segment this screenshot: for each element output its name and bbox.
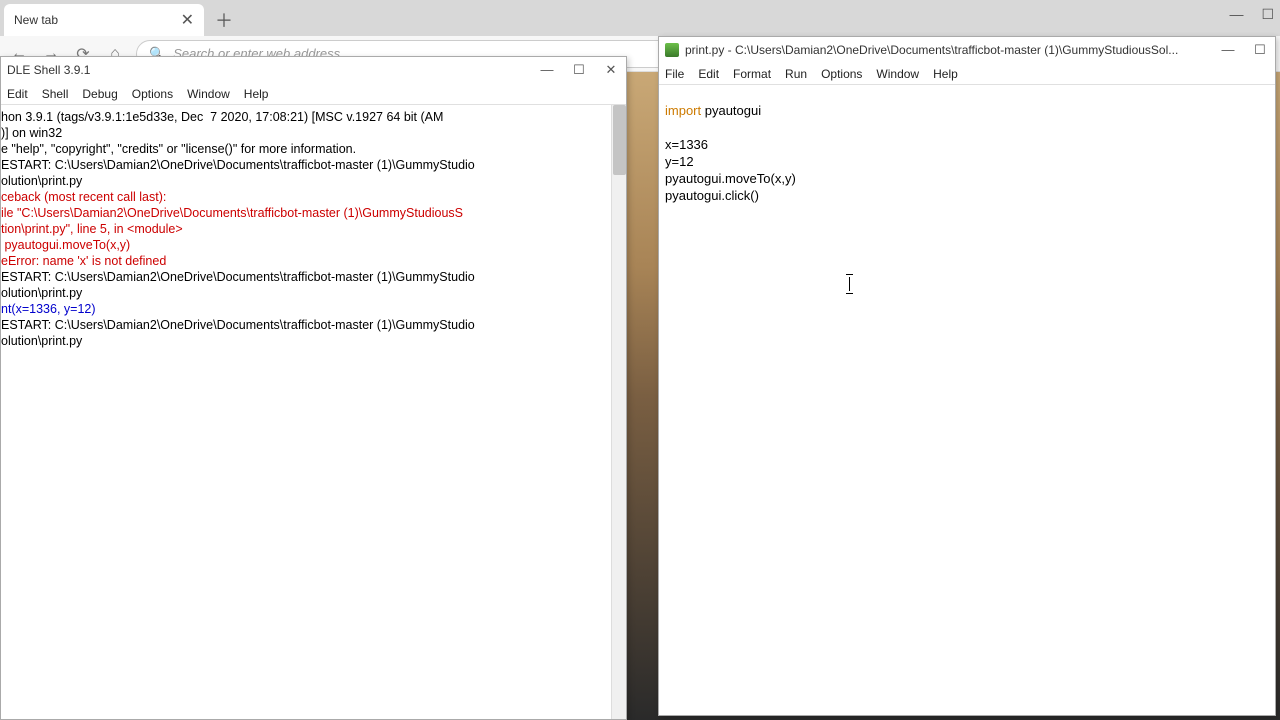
- shell-line: ceback (most recent call last):: [1, 189, 620, 205]
- shell-line: olution\print.py: [1, 285, 620, 301]
- menu-edit[interactable]: Edit: [698, 67, 719, 81]
- menu-debug[interactable]: Debug: [82, 87, 117, 101]
- menu-options[interactable]: Options: [132, 87, 173, 101]
- menu-edit[interactable]: Edit: [7, 87, 28, 101]
- shell-line: nt(x=1336, y=12): [1, 301, 620, 317]
- code-text: pyautogui.moveTo(x,y): [665, 171, 796, 186]
- maximize-button[interactable]: ☐: [570, 62, 588, 78]
- shell-line: olution\print.py: [1, 333, 620, 349]
- idle-editor-window[interactable]: print.py - C:\Users\Damian2\OneDrive\Doc…: [658, 36, 1276, 716]
- shell-line: olution\print.py: [1, 173, 620, 189]
- editor-menu-bar: File Edit Format Run Options Window Help: [659, 63, 1275, 85]
- shell-window-controls: — ☐ ✕: [538, 62, 620, 78]
- editor-title-bar[interactable]: print.py - C:\Users\Damian2\OneDrive\Doc…: [659, 37, 1275, 63]
- shell-menu-bar: Edit Shell Debug Options Window Help: [1, 83, 626, 105]
- minimize-button[interactable]: —: [538, 62, 556, 78]
- shell-line: ESTART: C:\Users\Damian2\OneDrive\Docume…: [1, 269, 620, 285]
- shell-title-bar[interactable]: DLE Shell 3.9.1 — ☐ ✕: [1, 57, 626, 83]
- shell-line: tion\print.py", line 5, in <module>: [1, 221, 620, 237]
- scrollbar[interactable]: [611, 105, 626, 719]
- editor-title: print.py - C:\Users\Damian2\OneDrive\Doc…: [685, 43, 1178, 57]
- shell-line: eError: name 'x' is not defined: [1, 253, 620, 269]
- menu-shell[interactable]: Shell: [42, 87, 69, 101]
- shell-output[interactable]: hon 3.9.1 (tags/v3.9.1:1e5d33e, Dec 7 20…: [1, 105, 626, 719]
- shell-line: pyautogui.moveTo(x,y): [1, 237, 620, 253]
- menu-help[interactable]: Help: [244, 87, 269, 101]
- menu-window[interactable]: Window: [187, 87, 230, 101]
- text-caret: [849, 277, 850, 291]
- code-text: y=12: [665, 154, 694, 169]
- menu-window[interactable]: Window: [876, 67, 919, 81]
- maximize-button[interactable]: ☐: [1251, 42, 1269, 58]
- menu-help[interactable]: Help: [933, 67, 958, 81]
- code-keyword: import: [665, 103, 701, 118]
- code-text: pyautogui: [701, 103, 761, 118]
- browser-tab[interactable]: New tab ✕: [4, 4, 204, 36]
- shell-line: e "help", "copyright", "credits" or "lic…: [1, 141, 620, 157]
- editor-text-area[interactable]: import pyautogui x=1336 y=12 pyautogui.m…: [659, 85, 1275, 715]
- shell-line: )] on win32: [1, 125, 620, 141]
- idle-shell-window[interactable]: DLE Shell 3.9.1 — ☐ ✕ Edit Shell Debug O…: [0, 56, 627, 720]
- shell-title: DLE Shell 3.9.1: [7, 63, 90, 77]
- python-file-icon: [665, 43, 679, 57]
- shell-line: ESTART: C:\Users\Damian2\OneDrive\Docume…: [1, 157, 620, 173]
- close-icon[interactable]: ✕: [181, 10, 194, 30]
- maximize-button[interactable]: ☐: [1261, 6, 1274, 23]
- new-tab-button[interactable]: ＋: [210, 6, 238, 34]
- menu-run[interactable]: Run: [785, 67, 807, 81]
- minimize-button[interactable]: —: [1229, 6, 1243, 23]
- close-button[interactable]: ✕: [602, 62, 620, 78]
- shell-line: ESTART: C:\Users\Damian2\OneDrive\Docume…: [1, 317, 620, 333]
- minimize-button[interactable]: —: [1219, 42, 1237, 58]
- menu-format[interactable]: Format: [733, 67, 771, 81]
- code-text: pyautogui.click(): [665, 188, 759, 203]
- menu-file[interactable]: File: [665, 67, 684, 81]
- scrollbar-thumb[interactable]: [613, 105, 626, 175]
- shell-line: ile "C:\Users\Damian2\OneDrive\Documents…: [1, 205, 620, 221]
- tab-bar: New tab ✕ ＋: [0, 0, 1280, 36]
- code-text: x=1336: [665, 137, 708, 152]
- editor-window-controls: — ☐: [1219, 42, 1269, 58]
- menu-options[interactable]: Options: [821, 67, 862, 81]
- desktop-window-controls: — ☐: [1229, 6, 1274, 23]
- tab-label: New tab: [14, 13, 58, 27]
- shell-line: hon 3.9.1 (tags/v3.9.1:1e5d33e, Dec 7 20…: [1, 109, 620, 125]
